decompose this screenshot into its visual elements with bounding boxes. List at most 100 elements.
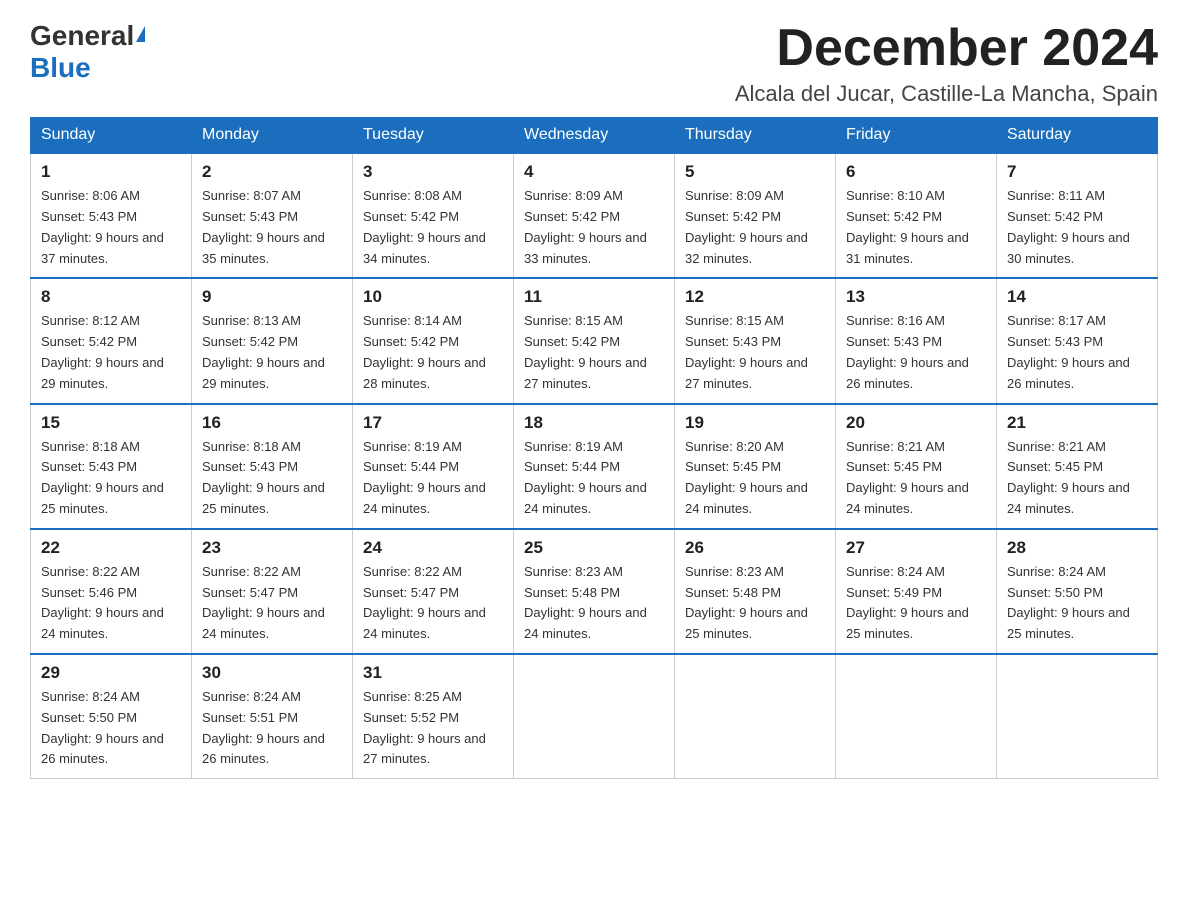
day-info: Sunrise: 8:24 AMSunset: 5:49 PMDaylight:… <box>846 562 986 645</box>
day-info: Sunrise: 8:20 AMSunset: 5:45 PMDaylight:… <box>685 437 825 520</box>
day-number: 16 <box>202 413 342 433</box>
calendar-week-row: 22Sunrise: 8:22 AMSunset: 5:46 PMDayligh… <box>31 529 1158 654</box>
day-info: Sunrise: 8:09 AMSunset: 5:42 PMDaylight:… <box>685 186 825 269</box>
calendar-week-row: 15Sunrise: 8:18 AMSunset: 5:43 PMDayligh… <box>31 404 1158 529</box>
logo-line1: General <box>30 20 145 52</box>
table-row: 16Sunrise: 8:18 AMSunset: 5:43 PMDayligh… <box>192 404 353 529</box>
calendar-table: Sunday Monday Tuesday Wednesday Thursday… <box>30 117 1158 779</box>
day-info: Sunrise: 8:14 AMSunset: 5:42 PMDaylight:… <box>363 311 503 394</box>
calendar-week-row: 29 Sunrise: 8:24 AMSunset: 5:50 PMDayligh… <box>31 654 1158 779</box>
table-row: 2Sunrise: 8:07 AMSunset: 5:43 PMDaylight… <box>192 153 353 278</box>
day-info: Sunrise: 8:24 AMSunset: 5:51 PMDaylight:… <box>202 687 342 770</box>
day-number: 30 <box>202 663 342 683</box>
table-row: 5 Sunrise: 8:09 AMSunset: 5:42 PMDaylight… <box>675 153 836 278</box>
day-number: 28 <box>1007 538 1147 558</box>
table-row: 17 Sunrise: 8:19 AMSunset: 5:44 PMDayligh… <box>353 404 514 529</box>
day-info: Sunrise: 8:21 AMSunset: 5:45 PMDaylight:… <box>1007 437 1147 520</box>
day-number: 24 <box>363 538 503 558</box>
day-number: 23 <box>202 538 342 558</box>
day-number: 6 <box>846 162 986 182</box>
day-info: Sunrise: 8:08 AMSunset: 5:42 PMDaylight:… <box>363 186 503 269</box>
table-row: 20Sunrise: 8:21 AMSunset: 5:45 PMDayligh… <box>836 404 997 529</box>
title-area: December 2024 Alcala del Jucar, Castille… <box>735 20 1158 107</box>
table-row <box>997 654 1158 779</box>
day-info: Sunrise: 8:10 AMSunset: 5:42 PMDaylight:… <box>846 186 986 269</box>
day-number: 11 <box>524 287 664 307</box>
day-number: 1 <box>41 162 181 182</box>
table-row: 30 Sunrise: 8:24 AMSunset: 5:51 PMDayligh… <box>192 654 353 779</box>
calendar-week-row: 1 Sunrise: 8:06 AMSunset: 5:43 PMDaylight… <box>31 153 1158 278</box>
col-saturday: Saturday <box>997 118 1158 154</box>
col-wednesday: Wednesday <box>514 118 675 154</box>
table-row: 12 Sunrise: 8:15 AMSunset: 5:43 PMDayligh… <box>675 278 836 403</box>
table-row: 19Sunrise: 8:20 AMSunset: 5:45 PMDayligh… <box>675 404 836 529</box>
table-row: 29 Sunrise: 8:24 AMSunset: 5:50 PMDayligh… <box>31 654 192 779</box>
day-number: 12 <box>685 287 825 307</box>
day-number: 7 <box>1007 162 1147 182</box>
col-friday: Friday <box>836 118 997 154</box>
day-number: 31 <box>363 663 503 683</box>
day-number: 21 <box>1007 413 1147 433</box>
table-row: 31Sunrise: 8:25 AMSunset: 5:52 PMDayligh… <box>353 654 514 779</box>
table-row: 15Sunrise: 8:18 AMSunset: 5:43 PMDayligh… <box>31 404 192 529</box>
col-monday: Monday <box>192 118 353 154</box>
day-number: 8 <box>41 287 181 307</box>
location-title: Alcala del Jucar, Castille-La Mancha, Sp… <box>735 81 1158 107</box>
day-info: Sunrise: 8:23 AMSunset: 5:48 PMDaylight:… <box>685 562 825 645</box>
calendar-header-row: Sunday Monday Tuesday Wednesday Thursday… <box>31 118 1158 154</box>
day-info: Sunrise: 8:24 AMSunset: 5:50 PMDaylight:… <box>1007 562 1147 645</box>
table-row: 22Sunrise: 8:22 AMSunset: 5:46 PMDayligh… <box>31 529 192 654</box>
day-info: Sunrise: 8:22 AMSunset: 5:47 PMDaylight:… <box>363 562 503 645</box>
day-info: Sunrise: 8:17 AMSunset: 5:43 PMDaylight:… <box>1007 311 1147 394</box>
col-thursday: Thursday <box>675 118 836 154</box>
table-row: 26 Sunrise: 8:23 AMSunset: 5:48 PMDayligh… <box>675 529 836 654</box>
day-info: Sunrise: 8:15 AMSunset: 5:42 PMDaylight:… <box>524 311 664 394</box>
logo-general-text: General <box>30 20 134 52</box>
day-number: 9 <box>202 287 342 307</box>
table-row: 21 Sunrise: 8:21 AMSunset: 5:45 PMDayligh… <box>997 404 1158 529</box>
day-number: 25 <box>524 538 664 558</box>
day-info: Sunrise: 8:09 AMSunset: 5:42 PMDaylight:… <box>524 186 664 269</box>
day-info: Sunrise: 8:16 AMSunset: 5:43 PMDaylight:… <box>846 311 986 394</box>
day-info: Sunrise: 8:24 AMSunset: 5:50 PMDaylight:… <box>41 687 181 770</box>
table-row: 11 Sunrise: 8:15 AMSunset: 5:42 PMDayligh… <box>514 278 675 403</box>
day-number: 2 <box>202 162 342 182</box>
table-row: 10 Sunrise: 8:14 AMSunset: 5:42 PMDayligh… <box>353 278 514 403</box>
day-number: 4 <box>524 162 664 182</box>
day-number: 29 <box>41 663 181 683</box>
day-number: 20 <box>846 413 986 433</box>
col-tuesday: Tuesday <box>353 118 514 154</box>
table-row: 23Sunrise: 8:22 AMSunset: 5:47 PMDayligh… <box>192 529 353 654</box>
table-row: 8 Sunrise: 8:12 AMSunset: 5:42 PMDaylight… <box>31 278 192 403</box>
table-row <box>514 654 675 779</box>
table-row: 28 Sunrise: 8:24 AMSunset: 5:50 PMDayligh… <box>997 529 1158 654</box>
day-number: 15 <box>41 413 181 433</box>
table-row: 14 Sunrise: 8:17 AMSunset: 5:43 PMDayligh… <box>997 278 1158 403</box>
day-info: Sunrise: 8:19 AMSunset: 5:44 PMDaylight:… <box>524 437 664 520</box>
day-number: 14 <box>1007 287 1147 307</box>
table-row <box>836 654 997 779</box>
day-info: Sunrise: 8:19 AMSunset: 5:44 PMDaylight:… <box>363 437 503 520</box>
day-number: 5 <box>685 162 825 182</box>
col-sunday: Sunday <box>31 118 192 154</box>
day-info: Sunrise: 8:22 AMSunset: 5:46 PMDaylight:… <box>41 562 181 645</box>
day-number: 10 <box>363 287 503 307</box>
page-header: General Blue December 2024 Alcala del Ju… <box>30 20 1158 107</box>
day-info: Sunrise: 8:23 AMSunset: 5:48 PMDaylight:… <box>524 562 664 645</box>
day-number: 18 <box>524 413 664 433</box>
table-row <box>675 654 836 779</box>
table-row: 25 Sunrise: 8:23 AMSunset: 5:48 PMDayligh… <box>514 529 675 654</box>
logo: General Blue <box>30 20 145 84</box>
day-number: 17 <box>363 413 503 433</box>
table-row: 9Sunrise: 8:13 AMSunset: 5:42 PMDaylight… <box>192 278 353 403</box>
day-info: Sunrise: 8:15 AMSunset: 5:43 PMDaylight:… <box>685 311 825 394</box>
table-row: 7 Sunrise: 8:11 AMSunset: 5:42 PMDaylight… <box>997 153 1158 278</box>
day-info: Sunrise: 8:11 AMSunset: 5:42 PMDaylight:… <box>1007 186 1147 269</box>
day-info: Sunrise: 8:12 AMSunset: 5:42 PMDaylight:… <box>41 311 181 394</box>
table-row: 4 Sunrise: 8:09 AMSunset: 5:42 PMDaylight… <box>514 153 675 278</box>
day-number: 27 <box>846 538 986 558</box>
day-number: 26 <box>685 538 825 558</box>
day-info: Sunrise: 8:06 AMSunset: 5:43 PMDaylight:… <box>41 186 181 269</box>
logo-triangle-icon <box>136 26 145 42</box>
month-title: December 2024 <box>735 20 1158 77</box>
